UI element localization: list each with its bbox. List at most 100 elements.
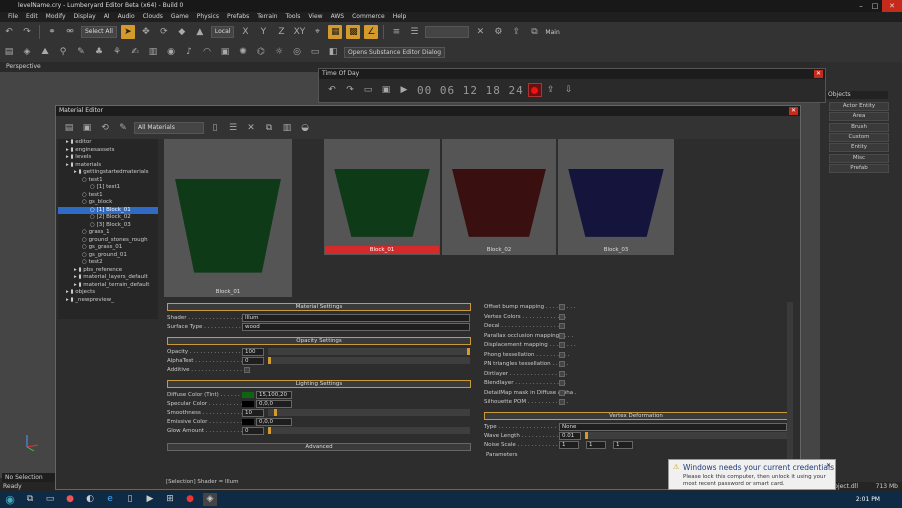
- console-icon[interactable]: ▭: [308, 45, 322, 59]
- shader-flag-checkbox[interactable]: [559, 323, 565, 329]
- figure-icon[interactable]: ⚘: [110, 45, 124, 59]
- tree-item[interactable]: ▸ ▮ materials: [58, 162, 158, 170]
- tree-item[interactable]: ○ test1: [58, 192, 158, 200]
- axis-y-icon[interactable]: Y: [256, 25, 270, 39]
- alphatest-slider[interactable]: [268, 357, 470, 364]
- menu-item-edit[interactable]: Edit: [22, 12, 42, 22]
- material-preview[interactable]: Block_01: [324, 139, 440, 255]
- me-delete-icon[interactable]: ✕: [244, 121, 258, 135]
- me-load-icon[interactable]: ▤: [62, 121, 76, 135]
- shader-flag-checkbox[interactable]: [559, 342, 565, 348]
- tree-item[interactable]: ○ test1: [58, 177, 158, 185]
- shader-flag-checkbox[interactable]: [559, 361, 565, 367]
- me-new-icon[interactable]: ▯: [208, 121, 222, 135]
- select-mode-combo[interactable]: Select All: [81, 26, 117, 38]
- tod-open-icon[interactable]: ▭: [361, 83, 375, 97]
- menu-item-terrain[interactable]: Terrain: [253, 12, 281, 22]
- opacity-slider[interactable]: [268, 348, 470, 355]
- tree-item[interactable]: ○ grass_1: [58, 229, 158, 237]
- material-preview[interactable]: Block_01: [164, 139, 292, 297]
- tod-save-icon[interactable]: ▣: [379, 83, 393, 97]
- tree-item[interactable]: ▸ ▮ levels: [58, 154, 158, 162]
- maximize-button[interactable]: □: [868, 0, 882, 12]
- coord-system-combo[interactable]: Local: [210, 26, 235, 38]
- vegetation-icon[interactable]: ♣: [92, 45, 106, 59]
- tree-item[interactable]: ○ gs_ground_01: [58, 252, 158, 260]
- tod-redo-icon[interactable]: ↷: [343, 83, 357, 97]
- scale-icon[interactable]: ◆: [175, 25, 189, 39]
- shader-select[interactable]: Illum: [242, 314, 470, 322]
- glow-input[interactable]: 0: [242, 427, 264, 435]
- vd-noise-y[interactable]: 1: [586, 441, 606, 449]
- vd-type-select[interactable]: None: [559, 423, 787, 431]
- emissive-input[interactable]: 0,0,0: [256, 418, 292, 426]
- opacity-settings-header[interactable]: Opacity Settings: [167, 337, 471, 345]
- shader-flag-checkbox[interactable]: [559, 304, 565, 310]
- grid-snap-icon[interactable]: ▦: [328, 25, 343, 39]
- graph-icon[interactable]: ⌬: [254, 45, 268, 59]
- vd-wave-slider-thumb[interactable]: [585, 432, 588, 439]
- sun-icon[interactable]: ☼: [272, 45, 286, 59]
- smoothness-input[interactable]: 10: [242, 409, 264, 417]
- menu-item-ai[interactable]: AI: [100, 12, 114, 22]
- database-icon[interactable]: ▥: [146, 45, 160, 59]
- shader-flag-checkbox[interactable]: [559, 389, 565, 396]
- tree-item[interactable]: ○ gs_grass_01: [58, 244, 158, 252]
- bulb-icon[interactable]: ◎: [290, 45, 304, 59]
- menu-item-physics[interactable]: Physics: [193, 12, 223, 22]
- axis-xy-icon[interactable]: XY: [292, 25, 306, 39]
- menu-item-display[interactable]: Display: [70, 12, 100, 22]
- shader-flag-checkbox[interactable]: [559, 399, 565, 405]
- terminal-icon[interactable]: ▶: [143, 493, 157, 506]
- tree-item[interactable]: ▸ ▮ material_terrain_default: [58, 282, 158, 290]
- search-icon[interactable]: ⚲: [56, 45, 70, 59]
- export-icon[interactable]: ⇪: [509, 25, 523, 39]
- browser-icon[interactable]: ●: [63, 493, 77, 506]
- tree-item[interactable]: ○ [1] Block_01: [58, 206, 158, 214]
- menu-item-modify[interactable]: Modify: [42, 12, 70, 22]
- transform-icon[interactable]: ✕: [473, 25, 487, 39]
- tree-item[interactable]: ○ test2: [58, 259, 158, 267]
- link-icon[interactable]: ⚭: [45, 25, 59, 39]
- material-icon[interactable]: ◉: [164, 45, 178, 59]
- tree-item[interactable]: ▸ ▮ gettingstartedmaterials: [58, 169, 158, 177]
- tree-item[interactable]: ▸ ▮ editor: [58, 139, 158, 147]
- material-preview[interactable]: Block_03: [558, 139, 674, 255]
- taskview-icon[interactable]: ⧉: [23, 493, 37, 506]
- start-icon[interactable]: ◉: [3, 493, 17, 506]
- menu-item-view[interactable]: View: [304, 12, 326, 22]
- file-icon[interactable]: ▯: [123, 493, 137, 506]
- vd-noise-z[interactable]: 1: [613, 441, 633, 449]
- me-pick-icon[interactable]: ✎: [116, 121, 130, 135]
- physics-icon[interactable]: ⚙: [491, 25, 505, 39]
- alphatest-input[interactable]: 0: [242, 357, 264, 365]
- map-icon[interactable]: ▤: [2, 45, 16, 59]
- tod-undo-icon[interactable]: ↶: [325, 83, 339, 97]
- material-filter-combo[interactable]: All Materials: [134, 121, 204, 134]
- glow-slider[interactable]: [268, 427, 470, 434]
- object-button-prefab[interactable]: Prefab: [829, 163, 889, 173]
- vertex-deformation-header[interactable]: Vertex Deformation: [484, 412, 788, 420]
- alphatest-slider-thumb[interactable]: [268, 357, 271, 364]
- object-button-entity[interactable]: Entity: [829, 143, 889, 153]
- menu-item-game[interactable]: Game: [167, 12, 193, 22]
- tod-export-icon[interactable]: ⇪: [544, 83, 558, 97]
- align-icon[interactable]: ≡: [389, 25, 403, 39]
- object-button-actor-entity[interactable]: Actor Entity: [829, 102, 889, 111]
- tree-item[interactable]: ○ [1] test1: [58, 184, 158, 192]
- script-icon[interactable]: ✍: [128, 45, 142, 59]
- axis-z-icon[interactable]: Z: [274, 25, 288, 39]
- layer-combo[interactable]: [425, 26, 470, 38]
- media-icon[interactable]: ●: [183, 493, 197, 506]
- audio-icon[interactable]: ♪: [182, 45, 196, 59]
- axis-x-icon[interactable]: X: [238, 25, 252, 39]
- shader-flag-checkbox[interactable]: [559, 313, 565, 320]
- shader-flag-checkbox[interactable]: [559, 370, 565, 377]
- vd-wave-slider[interactable]: [585, 432, 787, 439]
- close-button[interactable]: ✕: [882, 0, 902, 12]
- object-button-misc[interactable]: Misc: [829, 153, 889, 163]
- tod-close-button[interactable]: ✕: [814, 70, 823, 78]
- object-button-brush[interactable]: Brush: [829, 122, 889, 132]
- terrain-icon[interactable]: ⛰: [38, 45, 52, 59]
- redo-icon[interactable]: ↷: [20, 25, 34, 39]
